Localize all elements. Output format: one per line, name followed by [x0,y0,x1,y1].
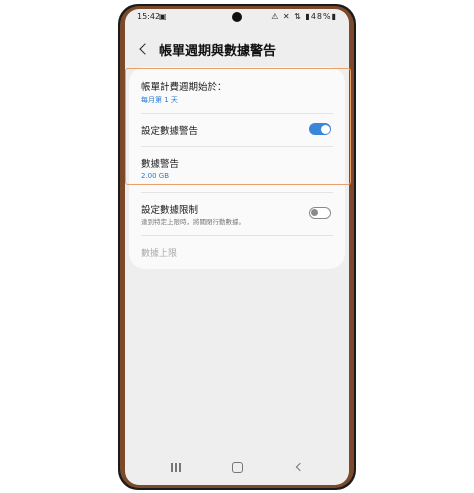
data-limit-row: 數據上限 [129,236,345,269]
set-data-limit-description: 達到特定上限時，將關閉行動數據。 [141,218,245,226]
status-time: 15:42 [137,12,161,21]
data-limit-label: 數據上限 [141,249,178,259]
navigation-bar [125,459,349,479]
app-bar: 帳單週期與數據警告 [125,39,349,61]
back-arrow-icon[interactable] [139,43,151,55]
nav-back-icon[interactable] [295,462,305,472]
recent-apps-icon[interactable] [171,463,181,472]
front-camera [232,12,242,22]
gallery-notification-icon: ▣ [159,12,167,21]
home-icon[interactable] [232,462,243,473]
status-bar: 15:42 ▣ ⚠ ✕ ⇅ ▮48%▮ [125,9,349,27]
set-data-limit-row[interactable]: 設定數據限制 達到特定上限時，將關閉行動數據。 [129,193,345,235]
data-limit-toggle[interactable] [309,207,331,219]
status-icons-battery: ⚠ ✕ ⇅ ▮48%▮ [271,12,337,21]
toggle-knob [311,209,318,216]
page-title: 帳單週期與數據警告 [159,44,277,59]
set-data-limit-label: 設定數據限制 [141,205,199,216]
highlight-box [125,68,351,185]
